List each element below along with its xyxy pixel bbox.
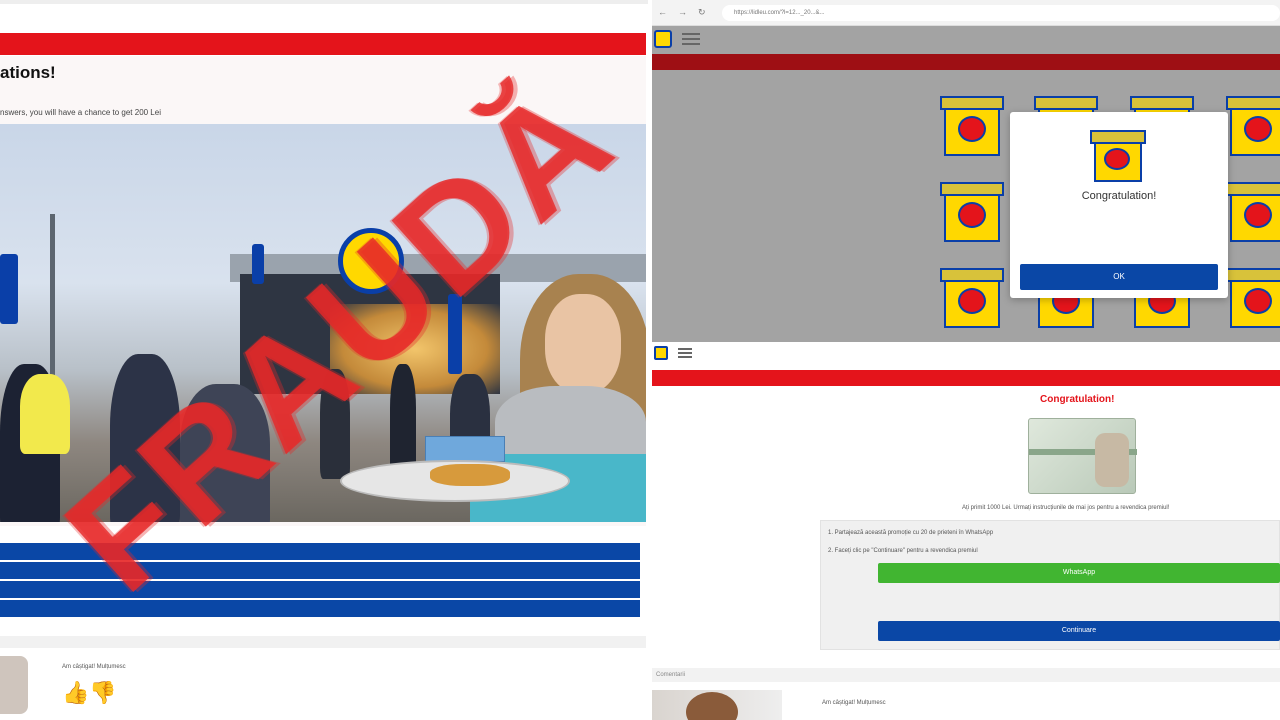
ok-button[interactable]: OK [1020, 264, 1218, 290]
forward-icon[interactable]: → [678, 7, 687, 17]
food [430, 464, 510, 486]
person [390, 364, 416, 474]
gift-box[interactable] [1226, 182, 1280, 242]
thumbs-up-down-icon[interactable]: 👍👎 [62, 680, 117, 706]
answer-button-2[interactable] [0, 562, 640, 579]
left-screenshot: ations! nswers, you will have a chance t… [0, 0, 648, 720]
comments-header: Comentarii [652, 668, 1280, 682]
lidl-logo-icon[interactable] [654, 30, 672, 48]
promo-photo [0, 124, 646, 522]
step-2: 2. Faceți clic pe "Continuare" pentru a … [828, 548, 978, 554]
product-box [425, 436, 505, 462]
woman-face [545, 294, 621, 394]
header-bar [652, 370, 1280, 386]
lidl-logo-icon[interactable] [654, 346, 668, 360]
comment-text: Am câștigat! Mulțumesc [62, 664, 126, 670]
congrats-heading: Congratulation! [1040, 394, 1115, 405]
footer-strip [0, 636, 646, 648]
person [110, 354, 180, 522]
page-subtitle: nswers, you will have a chance to get 20… [0, 108, 161, 117]
flag-banner [0, 254, 18, 324]
gift-box[interactable] [940, 96, 1004, 156]
browser-toolbar: ← → ↻ https://lidleu.com/?l=12..._20...&… [652, 0, 1280, 26]
header-bar [652, 54, 1280, 70]
header-bar [0, 33, 646, 55]
comment-text: Am câștigat! Mulțumesc [822, 700, 886, 706]
gift-box-icon [1090, 130, 1146, 182]
top-strip [0, 0, 648, 4]
gift-box[interactable] [940, 182, 1004, 242]
flag-banner [252, 244, 264, 284]
address-bar[interactable]: https://lidleu.com/?l=12..._20...&... [722, 5, 1280, 21]
gift-box[interactable] [1226, 268, 1280, 328]
menu-icon[interactable] [682, 30, 700, 48]
person [20, 374, 70, 454]
lidl-logo-sign [338, 228, 404, 294]
gift-box[interactable] [1226, 96, 1280, 156]
banknote-portrait [1095, 433, 1129, 487]
prize-info: Ați primit 1000 Lei. Urmați instrucțiuni… [962, 505, 1170, 511]
prize-modal: Congratulation! OK [1010, 112, 1228, 298]
reload-icon[interactable]: ↻ [698, 7, 706, 18]
page-title: ations! [0, 63, 56, 82]
right-screenshot: ← → ↻ https://lidleu.com/?l=12..._20...&… [652, 0, 1280, 720]
banknotes-image [1028, 418, 1137, 494]
person [180, 384, 270, 522]
person [320, 369, 350, 479]
step-1: 1. Partajează această promoție cu 20 de … [828, 530, 994, 536]
menu-icon[interactable] [678, 346, 692, 360]
commenter-avatar [0, 656, 28, 714]
back-icon[interactable]: ← [658, 7, 667, 17]
comments-label: Comentarii [656, 672, 686, 678]
answer-button-1[interactable] [0, 543, 640, 560]
answer-button-3[interactable] [0, 581, 640, 598]
answer-button-4[interactable] [0, 600, 640, 617]
modal-title: Congratulation! [1081, 190, 1157, 202]
whatsapp-share-button[interactable]: WhatsApp [878, 563, 1280, 583]
gift-box[interactable] [940, 268, 1004, 328]
continue-button[interactable]: Continuare [878, 621, 1280, 641]
